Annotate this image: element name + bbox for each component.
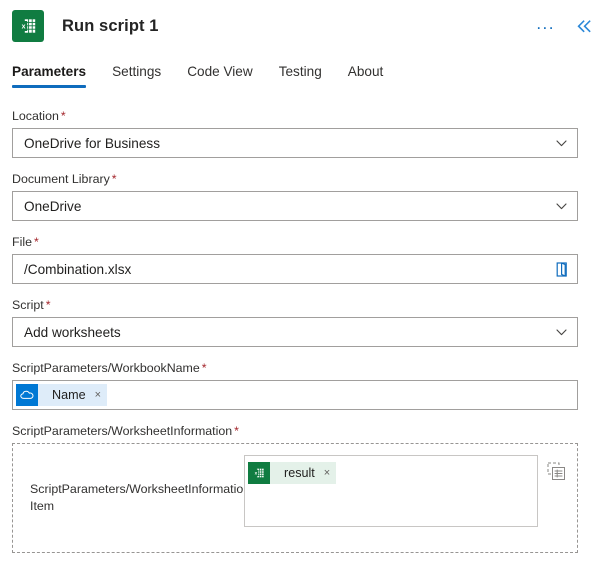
more-options-button[interactable]: ... xyxy=(533,15,558,38)
document-library-required-asterisk: * xyxy=(112,172,117,186)
file-input[interactable]: /Combination.xlsx xyxy=(12,254,578,284)
location-required-asterisk: * xyxy=(61,109,66,123)
switch-to-array-icon[interactable] xyxy=(543,458,569,484)
location-dropdown[interactable]: OneDrive for Business xyxy=(12,128,578,158)
header-actions: ... xyxy=(533,15,595,38)
location-label-text: Location xyxy=(12,109,59,123)
worksheet-information-required-asterisk: * xyxy=(234,424,239,438)
document-library-label: Document Library* xyxy=(12,171,578,187)
tab-testing[interactable]: Testing xyxy=(266,64,335,88)
token-chip-label: Name xyxy=(52,388,86,402)
worksheet-information-item-label: ScriptParameters/WorksheetInformation It… xyxy=(30,481,242,515)
worksheet-information-label: ScriptParameters/WorksheetInformation* xyxy=(12,423,578,439)
field-script: Script* Add worksheets xyxy=(12,297,578,347)
tab-code-view[interactable]: Code View xyxy=(174,64,266,88)
script-label-text: Script xyxy=(12,298,44,312)
chevron-down-icon[interactable] xyxy=(545,129,577,157)
field-file: File* /Combination.xlsx xyxy=(12,234,578,284)
file-value: /Combination.xlsx xyxy=(13,262,545,277)
file-label: File* xyxy=(12,234,578,250)
chevron-down-icon[interactable] xyxy=(545,192,577,220)
token-chip-name[interactable]: Name × xyxy=(16,384,107,406)
collapse-double-chevron-left-icon[interactable] xyxy=(574,17,595,36)
field-worksheet-information: ScriptParameters/WorksheetInformation* S… xyxy=(12,423,578,553)
workbook-name-label-text: ScriptParameters/WorkbookName xyxy=(12,361,200,375)
tab-settings[interactable]: Settings xyxy=(99,64,174,88)
svg-text:x: x xyxy=(22,23,26,30)
script-label: Script* xyxy=(12,297,578,313)
chevron-down-icon[interactable] xyxy=(545,318,577,346)
token-remove-icon[interactable]: × xyxy=(95,389,101,401)
tab-parameters[interactable]: Parameters xyxy=(12,64,99,88)
document-library-value: OneDrive xyxy=(13,199,545,214)
tab-about[interactable]: About xyxy=(335,64,397,88)
worksheet-information-label-text: ScriptParameters/WorksheetInformation xyxy=(12,424,232,438)
page-title: Run script 1 xyxy=(62,17,159,36)
document-library-dropdown[interactable]: OneDrive xyxy=(12,191,578,221)
field-location: Location* OneDrive for Business xyxy=(12,108,578,158)
workbook-name-required-asterisk: * xyxy=(202,361,207,375)
worksheet-information-array-region: ScriptParameters/WorksheetInformation It… xyxy=(12,443,578,553)
tab-bar: Parameters Settings Code View Testing Ab… xyxy=(0,52,609,88)
svg-text:x: x xyxy=(255,471,258,476)
excel-icon: x xyxy=(248,462,270,484)
document-library-label-text: Document Library xyxy=(12,172,110,186)
field-workbook-name: ScriptParameters/WorkbookName* Name × xyxy=(12,360,578,410)
script-required-asterisk: * xyxy=(46,298,51,312)
parameters-form: Location* OneDrive for Business Document… xyxy=(0,88,609,553)
field-document-library: Document Library* OneDrive xyxy=(12,171,578,221)
excel-app-icon: x xyxy=(12,10,44,42)
file-label-text: File xyxy=(12,235,32,249)
folder-picker-icon[interactable] xyxy=(545,255,577,283)
token-chip-body: Name × xyxy=(38,384,107,406)
workbook-name-label: ScriptParameters/WorkbookName* xyxy=(12,360,578,376)
location-value: OneDrive for Business xyxy=(13,136,545,151)
token-chip-result[interactable]: x result × xyxy=(248,462,336,484)
worksheet-information-item-input[interactable]: x result × xyxy=(244,455,538,527)
token-chip-label: result xyxy=(284,466,315,480)
token-chip-body: result × xyxy=(270,462,336,484)
script-dropdown[interactable]: Add worksheets xyxy=(12,317,578,347)
file-required-asterisk: * xyxy=(34,235,39,249)
card-header: x Run script 1 ... xyxy=(0,0,609,52)
location-label: Location* xyxy=(12,108,578,124)
token-remove-icon[interactable]: × xyxy=(324,467,330,479)
workbook-name-input[interactable]: Name × xyxy=(12,380,578,410)
onedrive-cloud-icon xyxy=(16,384,38,406)
script-value: Add worksheets xyxy=(13,325,545,340)
